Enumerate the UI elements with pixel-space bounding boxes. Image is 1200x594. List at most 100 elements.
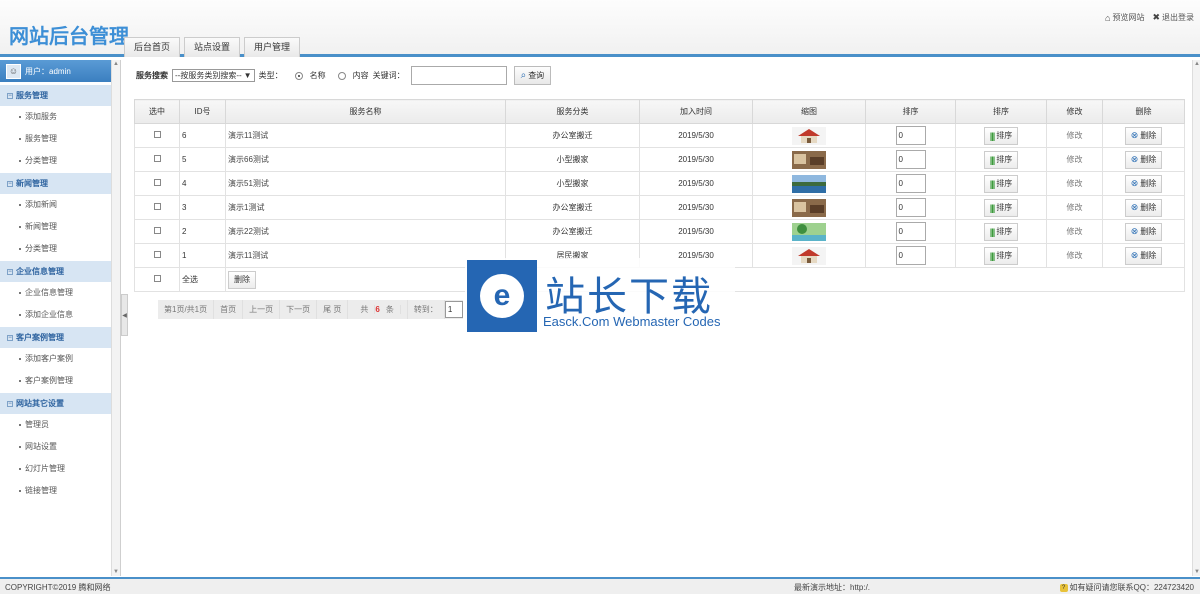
sidebar-scrollbar[interactable]: ▲ ▼ <box>111 60 120 576</box>
sort-input[interactable]: 0 <box>895 246 926 265</box>
bulk-delete-button[interactable]: 删除 <box>228 270 256 289</box>
menu-group-company-info[interactable]: − 企业信息管理 <box>0 261 111 282</box>
sort-input[interactable]: 0 <box>895 150 926 169</box>
top-links: ⌂ 预览网站 ✖ 退出登录 <box>1105 12 1194 23</box>
sort-button[interactable]: ||| 排序 <box>983 246 1019 265</box>
sort-input[interactable]: 0 <box>895 126 926 145</box>
category-select[interactable]: --按服务类别搜索-- ▼ <box>172 69 255 82</box>
sort-input[interactable]: 0 <box>895 198 926 217</box>
delete-button[interactable]: ⊗ 删除 <box>1124 198 1163 217</box>
menu-group-client-cases[interactable]: − 客户案例管理 <box>0 327 111 348</box>
delete-button[interactable]: ⊗ 删除 <box>1124 222 1163 241</box>
sidebar-collapse-handle[interactable]: ◀ <box>121 294 128 336</box>
tab-site-settings[interactable]: 站点设置 <box>184 37 241 57</box>
edit-link[interactable]: 修改 <box>1067 155 1083 164</box>
sidebar-item-site-settings[interactable]: 网站设置 <box>0 436 111 458</box>
chevron-left-icon: ◀ <box>122 312 127 319</box>
lake-thumb <box>792 174 826 193</box>
preview-site-link[interactable]: ⌂ 预览网站 <box>1105 12 1144 23</box>
first-page-button[interactable]: 首页 <box>214 300 244 319</box>
delete-icon: ⊗ <box>1130 202 1139 212</box>
scroll-down-icon[interactable]: ▼ <box>113 569 119 575</box>
sort-button[interactable]: ||| 排序 <box>983 174 1019 193</box>
date-cell: 2019/5/30 <box>639 195 753 220</box>
keyword-input[interactable] <box>410 66 507 85</box>
sort-button[interactable]: ||| 排序 <box>983 126 1019 145</box>
sidebar-item-add-company-info[interactable]: 添加企业信息 <box>0 304 111 326</box>
delete-button[interactable]: ⊗ 删除 <box>1124 246 1163 265</box>
sidebar-item-news-management[interactable]: 新闻管理 <box>0 216 111 238</box>
select-all-checkbox[interactable] <box>153 275 161 282</box>
collapse-icon: − <box>7 268 13 275</box>
sidebar-item-service-category[interactable]: 分类管理 <box>0 150 111 172</box>
edit-link[interactable]: 修改 <box>1067 179 1083 188</box>
sidebar-item-company-info-management[interactable]: 企业信息管理 <box>0 282 111 304</box>
select-all-cell <box>134 267 180 292</box>
tab-dashboard[interactable]: 后台首页 <box>124 37 181 57</box>
sidebar-item-links[interactable]: 链接管理 <box>0 480 111 502</box>
date-cell: 2019/5/30 <box>639 123 753 148</box>
radio-name[interactable] <box>294 71 303 80</box>
row-checkbox[interactable] <box>153 251 161 258</box>
name-cell: 演示22测试 <box>225 219 506 244</box>
sidebar-item-add-news[interactable]: 添加新闻 <box>0 194 111 216</box>
sort-button[interactable]: ||| 排序 <box>983 198 1019 217</box>
edit-link[interactable]: 修改 <box>1067 131 1083 140</box>
radio-content[interactable] <box>337 71 346 80</box>
tab-user-management[interactable]: 用户管理 <box>244 37 301 57</box>
name-cell: 演示51测试 <box>225 171 506 196</box>
sidebar-item-add-service[interactable]: 添加服务 <box>0 106 111 128</box>
page-info: 第1页/共1页 <box>158 300 215 319</box>
edit-link[interactable]: 修改 <box>1067 251 1083 260</box>
col-id: ID号 <box>179 99 226 124</box>
scroll-down-icon[interactable]: ▼ <box>1194 569 1200 575</box>
sort-input[interactable]: 0 <box>895 222 926 241</box>
sidebar-item-label: 管理员 <box>25 420 49 429</box>
menu-group-service[interactable]: − 服务管理 <box>0 85 111 106</box>
sidebar-item-admins[interactable]: 管理员 <box>0 414 111 436</box>
sort-action-cell: ||| 排序 <box>955 171 1047 196</box>
row-checkbox[interactable] <box>153 179 161 186</box>
scroll-up-icon[interactable]: ▲ <box>113 61 119 67</box>
edit-link[interactable]: 修改 <box>1067 227 1083 236</box>
total-prefix: 共 <box>354 305 376 314</box>
sort-button-label: 排序 <box>996 155 1013 164</box>
header: 网站后台管理 ⌂ 预览网站 ✖ 退出登录 后台首页 站点设置 用户管理 <box>0 0 1200 57</box>
row-checkbox[interactable] <box>153 203 161 210</box>
jump-page-input[interactable]: 1 <box>444 301 463 318</box>
sidebar-item-slideshow[interactable]: 幻灯片管理 <box>0 458 111 480</box>
row-checkbox[interactable] <box>153 227 161 234</box>
menu-group-news[interactable]: − 新闻管理 <box>0 173 111 194</box>
sidebar-item-add-client-case[interactable]: 添加客户案例 <box>0 348 111 370</box>
menu-group-other-settings[interactable]: − 网站其它设置 <box>0 393 111 414</box>
edit-link[interactable]: 修改 <box>1067 203 1083 212</box>
name-cell: 演示1测试 <box>225 195 506 220</box>
logout-link[interactable]: ✖ 退出登录 <box>1152 12 1194 23</box>
sort-button[interactable]: ||| 排序 <box>983 222 1019 241</box>
query-button[interactable]: ⌕ 查询 <box>513 66 552 85</box>
row-checkbox[interactable] <box>153 155 161 162</box>
sort-input[interactable]: 0 <box>895 174 926 193</box>
delete-button[interactable]: ⊗ 删除 <box>1124 126 1163 145</box>
row-checkbox[interactable] <box>153 131 161 138</box>
col-select: 选中 <box>134 99 180 124</box>
watermark-logo-icon: e <box>480 274 524 318</box>
sort-action-cell: ||| 排序 <box>955 195 1047 220</box>
sidebar-item-client-case-management[interactable]: 客户案例管理 <box>0 370 111 392</box>
sort-button[interactable]: ||| 排序 <box>983 150 1019 169</box>
sidebar-item-news-category[interactable]: 分类管理 <box>0 238 111 260</box>
id-cell: 2 <box>179 219 226 244</box>
delete-button[interactable]: ⊗ 删除 <box>1124 174 1163 193</box>
scroll-up-icon[interactable]: ▲ <box>1194 61 1200 67</box>
prev-page-button[interactable]: 上一页 <box>243 300 281 319</box>
delete-button[interactable]: ⊗ 删除 <box>1124 150 1163 169</box>
last-page-button[interactable]: 尾 页 <box>317 300 349 319</box>
delete-icon: ⊗ <box>1130 178 1139 188</box>
delete-icon: ⊗ <box>1130 226 1139 236</box>
next-page-button[interactable]: 下一页 <box>280 300 318 319</box>
collapse-icon: − <box>7 400 13 407</box>
footer: COPYRIGHT©2019 腾和网络 最新演示地址：http:/. ? 如有疑… <box>0 577 1200 594</box>
main-scrollbar[interactable]: ▲ ▼ <box>1192 60 1200 576</box>
sidebar-item-service-management[interactable]: 服务管理 <box>0 128 111 150</box>
delete-icon: ⊗ <box>1130 130 1139 140</box>
